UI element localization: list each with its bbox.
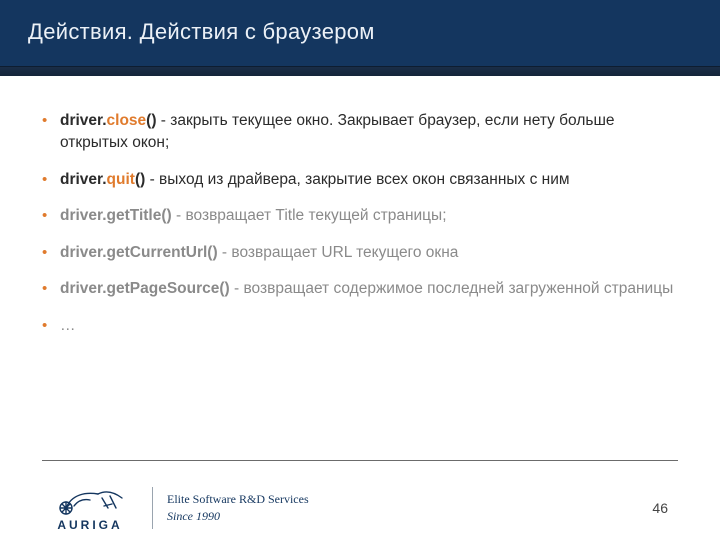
bullet-text-part: driver. (60, 112, 107, 129)
slide-title: Действия. Действия с браузером (28, 19, 375, 45)
bullet-text-part: close (107, 112, 147, 129)
bullet-text-part: … (60, 317, 76, 334)
footer-vertical-divider (152, 487, 153, 529)
bullet-item: driver.quit() - выход из драйвера, закры… (42, 169, 678, 191)
bullet-text-part: () (135, 171, 145, 188)
footer-divider (42, 460, 678, 461)
bullet-text-part: () (146, 112, 156, 129)
footer-tagline: Elite Software R&D Services (167, 491, 309, 508)
bullet-item: driver.close() - закрыть текущее окно. З… (42, 110, 678, 155)
bullet-text-part: driver.getPageSource() (60, 280, 230, 297)
logo-text: AURIGA (42, 518, 138, 532)
bullet-list: driver.close() - закрыть текущее окно. З… (42, 110, 678, 337)
footer-logo-block: AURIGA Elite Software R&D Services Since… (42, 484, 309, 532)
bullet-item: driver.getCurrentUrl() - возвращает URL … (42, 242, 678, 264)
bullet-item: driver.getTitle() - возвращает Title тек… (42, 205, 678, 227)
bullet-text-part: quit (107, 171, 135, 188)
bullet-text-part: - выход из драйвера, закрытие всех окон … (145, 171, 569, 188)
bullet-item: … (42, 315, 678, 337)
decorative-band (0, 66, 720, 76)
bullet-item: driver.getPageSource() - возвращает соде… (42, 278, 678, 300)
page-number: 46 (652, 500, 668, 516)
bullet-text-part: driver.getCurrentUrl() (60, 244, 218, 261)
auriga-chariot-icon (52, 484, 128, 516)
bullet-text-part: - возвращает содержимое последней загруж… (230, 280, 674, 297)
bullet-text-part: - возвращает URL текущего окна (218, 244, 459, 261)
bullet-text-part: - возвращает Title текущей страницы; (172, 207, 447, 224)
bullet-text-part: driver. (60, 171, 107, 188)
bullet-text-part: driver.getTitle() (60, 207, 172, 224)
footer-since: Since 1990 (167, 508, 309, 525)
